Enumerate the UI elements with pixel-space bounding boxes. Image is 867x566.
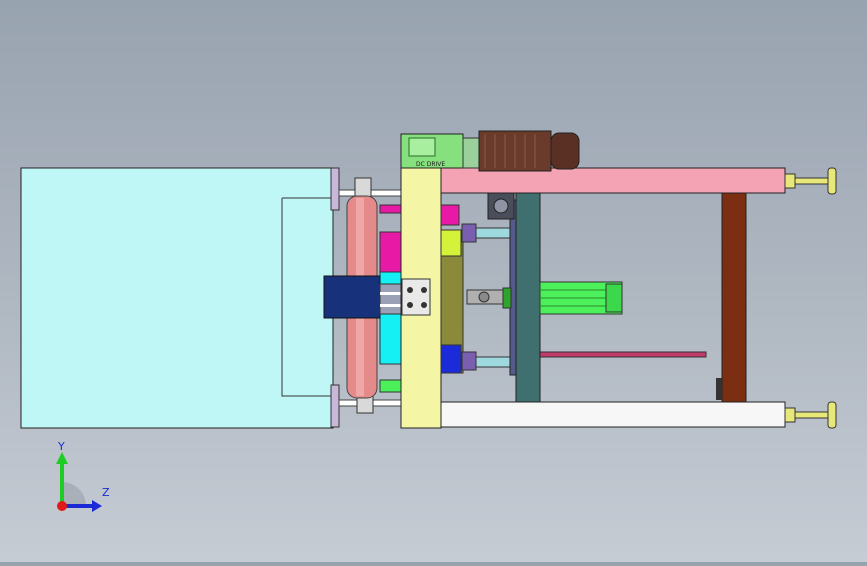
axis-triad: Y Z: [56, 440, 110, 512]
left-cyan-block: [20, 167, 334, 429]
olive-plate: [440, 204, 464, 374]
teal-column: [509, 192, 541, 403]
lower-white-frame: [440, 401, 837, 429]
cad-viewport[interactable]: DC DRIVE Y Z: [0, 0, 867, 562]
green-cylinder: [466, 281, 623, 315]
triad-quadrant: [62, 482, 86, 506]
z-axis-label: Z: [102, 486, 110, 499]
y-axis-label: Y: [57, 440, 65, 453]
y-axis-arrow-icon: [56, 452, 68, 464]
motor-label: DC DRIVE: [416, 161, 445, 168]
assembly-drawing: DC DRIVE: [20, 130, 837, 429]
brown-post: [716, 192, 747, 403]
z-axis-arrow-icon: [92, 500, 102, 512]
yellow-plate: [400, 167, 442, 429]
upper-pink-frame: [440, 167, 837, 195]
x-axis-dot-icon: [57, 501, 67, 511]
